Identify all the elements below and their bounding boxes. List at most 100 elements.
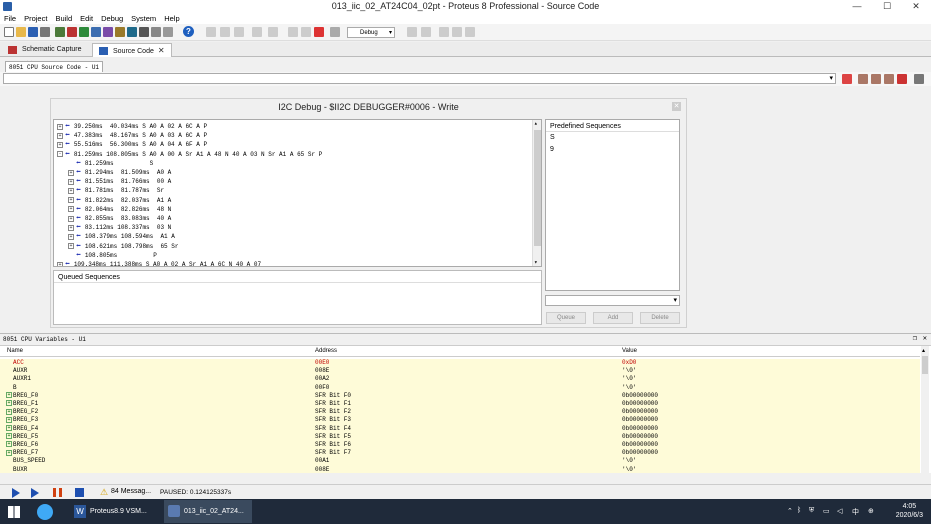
step-out-icon[interactable] [465,27,475,37]
table-row[interactable]: + BREG_F4 SFR Bit F4 0b00000000 [0,424,920,433]
cut-icon[interactable] [220,27,230,37]
table-row[interactable]: AUXR1 00A2 '\0' [0,375,920,384]
expand-icon[interactable]: + [6,433,12,440]
table-row[interactable]: + BREG_F2 SFR Bit F2 0b00000000 [0,408,920,417]
task-proteus-project[interactable]: 013_iic_02_AT24... [164,500,252,523]
close-icon[interactable]: ✕ [158,44,165,58]
table-row[interactable]: + BREG_F0 SFR Bit F0 0b00000000 [0,391,920,400]
keyboard-icon[interactable]: ⊕ [868,507,874,515]
expand-icon[interactable]: + [68,197,74,204]
notes-icon[interactable] [139,27,149,37]
search-icon[interactable] [288,27,298,37]
gerber-icon[interactable] [91,27,101,37]
step-over-icon[interactable] [452,27,462,37]
menu-debug[interactable]: Debug [97,13,127,24]
column-address[interactable]: Address [315,348,337,354]
table-row[interactable]: + BREG_F5 SFR Bit F5 0b00000000 [0,432,920,441]
up-arrow-icon[interactable]: ⌃ [787,507,793,515]
expand-icon[interactable]: + [57,141,63,148]
trace-row[interactable]: + ⬅ 39.250ms 40.034ms S A0 A 02 A 6C A P [57,122,207,131]
3d-icon[interactable] [103,27,113,37]
trace-list[interactable]: + ⬅ 39.250ms 40.034ms S A0 A 02 A 6C A P + ⬅… [53,119,542,267]
variables-table[interactable]: Name Address Value ACC 00E0 0xD0 AUXR 008E '\… [0,345,931,473]
predefined-item[interactable]: S [546,132,679,144]
tab-schematic-capture[interactable]: Schematic Capture✕ [2,43,90,68]
menu-edit[interactable]: Edit [76,13,97,24]
table-row[interactable]: + BREG_F1 SFR Bit F1 0b00000000 [0,400,920,409]
library-icon[interactable] [151,27,161,37]
trace-row[interactable]: - ⬅ 81.259ms 108.805ms S A0 A 00 A Sr A1 A… [57,150,322,159]
expand-icon[interactable]: + [6,408,12,415]
expand-icon[interactable]: + [68,206,74,213]
help-icon[interactable]: ? [183,26,194,37]
expand-icon[interactable]: + [68,169,74,176]
variables-scrollbar[interactable]: ▴ [921,346,929,473]
stop-icon[interactable] [75,488,84,497]
step-into-icon[interactable] [858,74,868,84]
restore-icon[interactable]: ❐ [913,334,917,345]
bluetooth-icon[interactable]: ᛒ [797,507,801,514]
queue-button[interactable]: Queue [546,312,586,324]
undo-icon[interactable] [407,27,417,37]
save-icon[interactable] [28,27,38,37]
bookmark-icon[interactable] [163,27,173,37]
message-count[interactable]: 84 Messag... [111,488,151,495]
expand-icon[interactable]: + [6,425,12,432]
task-proteus-vsm[interactable]: W Proteus8.9 VSM... [70,500,158,523]
tab-source-code[interactable]: Source Code ✕ [92,43,172,57]
delete-button[interactable]: Delete [640,312,680,324]
trace-row[interactable]: ⬅ 81.259ms S [68,159,153,168]
sequence-select[interactable]: ▾ [545,295,680,306]
trace-row[interactable]: + ⬅ 108.621ms 108.798ms 65 Sr [68,242,178,251]
close-icon[interactable]: ✕ [672,102,681,111]
redo-icon[interactable] [421,27,431,37]
clock[interactable]: 4:05 2020/6/3 [896,502,923,520]
build-icon[interactable] [206,27,216,37]
network-icon[interactable]: ▭ [823,507,830,515]
expand-icon[interactable]: + [68,233,74,240]
menu-build[interactable]: Build [51,13,76,24]
play-icon[interactable] [12,488,20,498]
find-next-icon[interactable] [301,27,311,37]
breakpoint-icon[interactable] [897,74,907,84]
paste-icon[interactable] [252,27,262,37]
table-row[interactable]: + BREG_F7 SFR Bit F7 0b00000000 [0,449,920,458]
scroll-down-icon[interactable]: ▾ [534,259,538,266]
close-icon[interactable]: ✕ [923,334,927,345]
trace-row[interactable]: + ⬅ 81.822ms 82.037ms A1 A [68,196,171,205]
trace-row[interactable]: + ⬅ 81.551ms 81.766ms 00 A [68,177,171,186]
trace-scrollbar[interactable]: ▴ ▾ [532,120,541,266]
menu-help[interactable]: Help [160,13,183,24]
collapse-icon[interactable]: - [57,151,63,158]
table-row[interactable]: BUXR 008E '\0' [0,465,920,473]
expand-icon[interactable]: + [6,400,12,407]
predefined-sequences-panel[interactable]: Predefined Sequences S 9 [545,119,680,291]
compile-icon[interactable] [330,27,340,37]
column-name[interactable]: Name [7,348,23,354]
save-all-icon[interactable] [40,27,50,37]
scroll-up-icon[interactable]: ▴ [534,120,538,127]
scroll-thumb[interactable] [922,356,928,374]
step-over-icon[interactable] [871,74,881,84]
column-value[interactable]: Value [622,348,637,354]
step-icon[interactable] [439,27,449,37]
expand-icon[interactable]: + [6,416,12,423]
stop-icon[interactable] [268,27,278,37]
expand-icon[interactable]: + [6,449,12,456]
table-row[interactable]: AUXR 008E '\0' [0,367,920,376]
predefined-item[interactable]: 9 [546,144,679,156]
settings-icon[interactable] [914,74,924,84]
expand-icon[interactable]: + [68,224,74,231]
expand-icon[interactable]: + [68,187,74,194]
table-row[interactable]: ACC 00E0 0xD0 [0,359,920,368]
table-row[interactable]: + BREG_F3 SFR Bit F3 0b00000000 [0,416,920,425]
expand-icon[interactable]: + [68,215,74,222]
expand-icon[interactable]: + [68,243,74,250]
expand-icon[interactable]: + [57,261,63,266]
home-icon[interactable] [55,27,65,37]
browser-icon[interactable] [37,504,53,520]
trace-row[interactable]: + ⬅ 47.383ms 48.167ms S A0 A 03 A 6C A P [57,131,207,140]
delete-icon[interactable] [314,27,324,37]
scroll-thumb[interactable] [534,130,541,246]
open-folder-icon[interactable] [16,27,26,37]
